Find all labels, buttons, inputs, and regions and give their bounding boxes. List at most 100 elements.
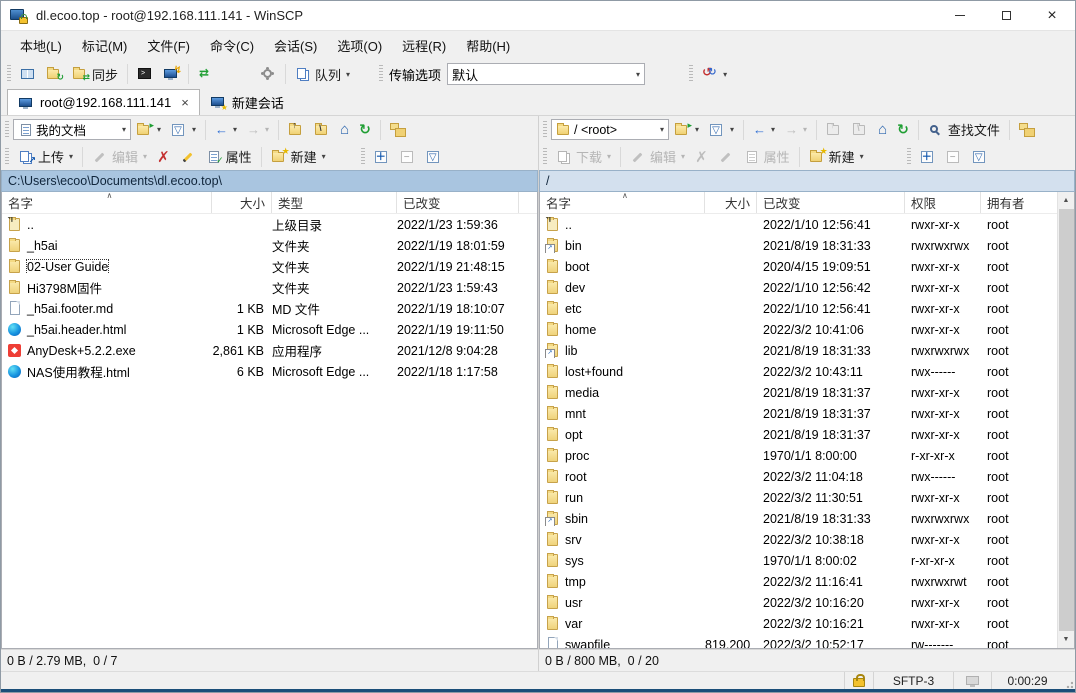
file-row[interactable]: swapfile819,2002022/3/2 10:52:17rw------… (540, 634, 1057, 648)
remote-refresh-button[interactable]: ↻ (892, 117, 914, 142)
tab-close-icon[interactable]: × (181, 95, 189, 110)
remote-forward-button[interactable]: →▾ (780, 118, 812, 141)
transfer-mode-button[interactable]: ↺↻▾ (697, 63, 732, 85)
remote-selection-filter-button[interactable]: ▽ (967, 146, 993, 168)
column-header-name[interactable]: 名字∧ (540, 192, 705, 213)
file-row[interactable]: etc2022/1/10 12:56:41rwxr-xr-xroot (540, 298, 1057, 319)
toolbar-grip[interactable] (907, 148, 911, 166)
remote-delete-button[interactable]: ✗ (690, 144, 713, 170)
toolbar-grip[interactable] (689, 65, 693, 83)
toolbar-grip[interactable] (361, 148, 365, 166)
toolbar-grip[interactable] (7, 65, 11, 83)
local-unselect-button[interactable]: − (395, 146, 421, 168)
find-files-button[interactable]: 查找文件 (923, 116, 1005, 143)
refresh-session-button[interactable]: ⇄ (193, 63, 219, 85)
column-header-size[interactable]: 大小 (705, 192, 757, 213)
local-root-directory-button[interactable]: \ (309, 119, 335, 141)
column-header-changed[interactable]: 已改变 (397, 192, 519, 213)
file-row[interactable]: AnyDesk+5.2.2.exe2,861 KB应用程序2021/12/8 9… (2, 340, 537, 361)
remote-path-bar[interactable]: / (539, 170, 1075, 192)
open-terminal-button[interactable]: > (132, 63, 158, 85)
local-path-bar[interactable]: C:\Users\ecoo\Documents\dl.ecoo.top\ (1, 170, 538, 192)
transfer-settings-combo[interactable]: 默认 ▾ (447, 63, 645, 85)
column-header-changed[interactable]: 已改变 (757, 192, 905, 213)
file-row[interactable]: ..2022/1/10 12:56:41rwxr-xr-xroot (540, 214, 1057, 235)
file-row[interactable]: root2022/3/2 11:04:18rwx------root (540, 466, 1057, 487)
file-row[interactable]: tmp2022/3/2 11:16:41rwxrwxrwtroot (540, 571, 1057, 592)
toolbar-grip[interactable] (543, 148, 547, 166)
encryption-status[interactable] (844, 672, 873, 689)
file-row[interactable]: NAS使用教程.html6 KBMicrosoft Edge ...2022/1… (2, 361, 537, 382)
file-row[interactable]: opt2021/8/19 18:31:37rwxr-xr-xroot (540, 424, 1057, 445)
local-new-button[interactable]: ★新建▾ (266, 143, 331, 170)
remote-back-button[interactable]: ←▾ (748, 118, 780, 141)
file-row[interactable]: sbin2021/8/19 18:31:33rwxrwxrwxroot (540, 508, 1057, 529)
local-home-button[interactable]: ⌂ (335, 117, 354, 142)
local-drive-combo[interactable]: 我的文档 ▾ (13, 119, 131, 140)
toolbar-grip[interactable] (379, 65, 383, 83)
file-row[interactable]: home2022/3/2 10:41:06rwxr-xr-xroot (540, 319, 1057, 340)
remote-new-button[interactable]: ★新建▾ (804, 143, 869, 170)
remote-home-button[interactable]: ⌂ (873, 117, 892, 142)
maximize-button[interactable] (983, 1, 1029, 30)
scrollbar-thumb[interactable] (1059, 209, 1074, 631)
file-row[interactable]: media2021/8/19 18:31:37rwxr-xr-xroot (540, 382, 1057, 403)
remote-properties-button[interactable]: 属性 (739, 143, 795, 170)
new-session-tab[interactable]: ★ 新建会话 (200, 89, 294, 115)
open-putty-button[interactable]: ↯ (158, 63, 184, 85)
local-refresh-button[interactable]: ↻ (354, 117, 376, 142)
toolbar-grip[interactable] (5, 148, 9, 166)
file-row[interactable]: 02-User Guide文件夹2022/1/19 21:48:15 (2, 256, 537, 277)
file-row[interactable]: dev2022/1/10 12:56:42rwxr-xr-xroot (540, 277, 1057, 298)
file-row[interactable]: var2022/3/2 10:16:21rwxr-xr-xroot (540, 613, 1057, 634)
remote-unselect-button[interactable]: − (941, 146, 967, 168)
file-row[interactable]: ..上级目录2022/1/23 1:59:36 (2, 214, 537, 235)
local-selection-filter-button[interactable]: ▽ (421, 146, 447, 168)
file-row[interactable]: mnt2021/8/19 18:31:37rwxr-xr-xroot (540, 403, 1057, 424)
remote-open-directory-button[interactable]: ▸▾ (669, 119, 704, 141)
local-open-directory-button[interactable]: ▸▾ (131, 119, 166, 141)
menu-session[interactable]: 会话(S) (265, 32, 326, 59)
queue-button[interactable]: 队列▾ (290, 61, 355, 88)
remote-select-button[interactable]: ＋ (915, 146, 941, 168)
local-rename-button[interactable] (175, 146, 201, 168)
remote-sync-browsing-button[interactable] (1014, 119, 1040, 141)
resize-grip[interactable] (1065, 680, 1073, 688)
local-back-button[interactable]: ←▾ (210, 118, 242, 141)
local-select-button[interactable]: ＋ (369, 146, 395, 168)
local-parent-directory-button[interactable]: ↑ (283, 119, 309, 141)
remote-filter-button[interactable]: ▽▾ (704, 119, 739, 141)
local-forward-button[interactable]: →▾ (242, 118, 274, 141)
session-tab-active[interactable]: root@192.168.111.141 × (7, 89, 200, 115)
remote-parent-directory-button[interactable]: ↑ (821, 119, 847, 141)
scroll-up-icon[interactable]: ▲ (1058, 192, 1074, 209)
remote-edit-button[interactable]: 编辑▾ (625, 143, 690, 170)
menu-local[interactable]: 本地(L) (11, 32, 71, 59)
close-button[interactable]: × (1029, 1, 1075, 30)
vertical-scrollbar[interactable]: ▲ ▼ (1057, 192, 1074, 648)
synchronize-button[interactable]: ⇄同步 (67, 61, 123, 88)
column-header-owner[interactable]: 拥有者 (981, 192, 1057, 213)
toolbar-grip[interactable] (543, 121, 547, 139)
file-row[interactable]: srv2022/3/2 10:38:18rwxr-xr-xroot (540, 529, 1057, 550)
menu-command[interactable]: 命令(C) (201, 32, 263, 59)
upload-button[interactable]: ↗上传▾ (13, 143, 78, 170)
remote-rename-button[interactable] (713, 146, 739, 168)
menu-remote[interactable]: 远程(R) (393, 32, 455, 59)
synchronize-browsing-button[interactable]: ↻ (41, 63, 67, 85)
column-header-permissions[interactable]: 权限 (905, 192, 981, 213)
menu-options[interactable]: 选项(O) (328, 32, 391, 59)
column-header-type[interactable]: 类型 (272, 192, 397, 213)
file-row[interactable]: proc1970/1/1 8:00:00r-xr-xr-xroot (540, 445, 1057, 466)
connection-status[interactable] (953, 672, 991, 689)
local-delete-button[interactable]: ✗ (152, 144, 175, 170)
remote-drive-combo[interactable]: / <root> ▾ (551, 119, 669, 140)
local-sync-browsing-button[interactable] (385, 119, 411, 141)
file-row[interactable]: _h5ai.footer.md1 KBMD 文件2022/1/19 18:10:… (2, 298, 537, 319)
file-row[interactable]: usr2022/3/2 10:16:20rwxr-xr-xroot (540, 592, 1057, 613)
remote-root-directory-button[interactable]: \ (847, 119, 873, 141)
file-row[interactable]: _h5ai文件夹2022/1/19 18:01:59 (2, 235, 537, 256)
menu-file[interactable]: 文件(F) (138, 32, 199, 59)
local-edit-button[interactable]: 编辑▾ (87, 143, 152, 170)
file-row[interactable]: run2022/3/2 11:30:51rwxr-xr-xroot (540, 487, 1057, 508)
